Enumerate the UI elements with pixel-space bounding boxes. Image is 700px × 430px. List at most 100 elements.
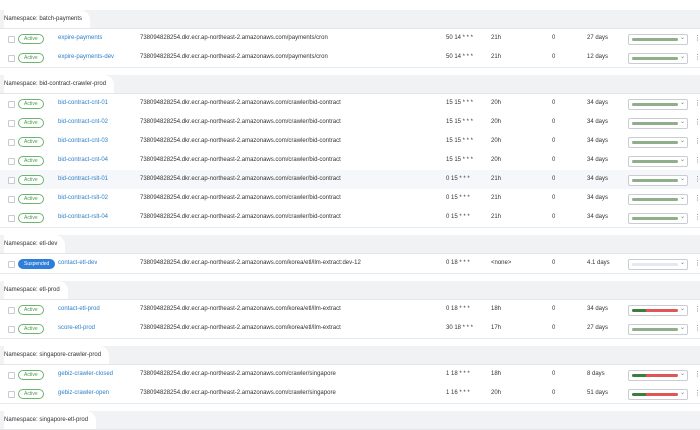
kebab-menu-icon[interactable]: ⋮ bbox=[694, 48, 700, 67]
namespace-header: Namespace: etl-dev bbox=[0, 235, 700, 254]
row-checkbox[interactable] bbox=[8, 120, 15, 127]
kebab-menu-icon[interactable]: ⋮ bbox=[694, 113, 700, 132]
kebab-menu-icon[interactable]: ⋮ bbox=[694, 365, 700, 384]
job-history-dropdown[interactable]: ⌄ bbox=[628, 34, 688, 45]
job-history-dropdown[interactable]: ⌄ bbox=[628, 137, 688, 148]
row-checkbox[interactable] bbox=[8, 36, 15, 43]
row-checkbox[interactable] bbox=[8, 261, 15, 268]
cronjob-name-link[interactable]: bid-contract-rslt-01 bbox=[58, 170, 108, 189]
row-checkbox[interactable] bbox=[8, 326, 15, 333]
active-count-text: 0 bbox=[552, 325, 556, 331]
kebab-menu-icon[interactable]: ⋮ bbox=[694, 300, 700, 319]
job-history-dropdown[interactable]: ⌄ bbox=[628, 259, 688, 270]
image-text: 738094828254.dkr.ecr.ap-northeast-2.amaz… bbox=[140, 214, 341, 220]
schedule-text: 15 15 * * * bbox=[446, 119, 474, 125]
status-badge: Active bbox=[18, 53, 44, 63]
active-count-text: 0 bbox=[552, 54, 556, 60]
kebab-menu-icon[interactable]: ⋮ bbox=[694, 170, 700, 189]
kebab-menu-icon[interactable]: ⋮ bbox=[694, 189, 700, 208]
kebab-menu-icon[interactable]: ⋮ bbox=[694, 319, 700, 338]
table-row[interactable]: Active bid-contract-cnt-01 738094828254.dk… bbox=[0, 94, 700, 114]
kebab-menu-icon[interactable]: ⋮ bbox=[694, 208, 700, 227]
cronjob-name-link[interactable]: expire-payments bbox=[58, 29, 102, 48]
job-history-dropdown[interactable]: ⌄ bbox=[628, 99, 688, 110]
status-badge: Active bbox=[18, 156, 44, 166]
namespace-label: Namespace: etl-dev bbox=[4, 235, 66, 253]
last-schedule-text: 20h bbox=[491, 157, 502, 163]
cronjob-name-link[interactable]: contact-etl-dev bbox=[58, 254, 97, 273]
row-checkbox[interactable] bbox=[8, 391, 15, 398]
job-history-dropdown[interactable]: ⌄ bbox=[628, 305, 688, 316]
row-checkbox[interactable] bbox=[8, 215, 15, 222]
table-row[interactable]: Active bid-contract-rslt-04 738094828254.d… bbox=[0, 208, 700, 228]
cronjob-name-link[interactable]: bid-contract-cnt-01 bbox=[58, 94, 108, 113]
last-schedule-text: 21h bbox=[491, 35, 502, 41]
kebab-menu-icon[interactable]: ⋮ bbox=[694, 151, 700, 170]
job-history-dropdown[interactable]: ⌄ bbox=[628, 213, 688, 224]
row-checkbox[interactable] bbox=[8, 158, 15, 165]
cronjob-name-link[interactable]: bid-contract-rslt-04 bbox=[58, 208, 108, 227]
job-history-dropdown[interactable]: ⌄ bbox=[628, 370, 688, 381]
image-text: 738094828254.dkr.ecr.ap-northeast-2.amaz… bbox=[140, 325, 341, 331]
last-schedule-text: 20h bbox=[491, 390, 502, 396]
active-count-text: 0 bbox=[552, 176, 556, 182]
image-text: 738094828254.dkr.ecr.ap-northeast-2.amaz… bbox=[140, 371, 336, 377]
chevron-down-icon: ⌄ bbox=[679, 214, 685, 220]
job-history-dropdown[interactable]: ⌄ bbox=[628, 175, 688, 186]
cronjob-name-link[interactable]: gebiz-crawler-closed bbox=[58, 365, 113, 384]
table-row[interactable]: Active gebiz-crawler-closed 738094828254.d… bbox=[0, 365, 700, 385]
age-text: 34 days bbox=[587, 214, 609, 220]
table-row[interactable]: Active bid-contract-rslt-02 738094828254.d… bbox=[0, 189, 700, 209]
job-history-dropdown[interactable]: ⌄ bbox=[628, 53, 688, 64]
job-history-bar bbox=[632, 57, 678, 60]
chevron-down-icon: ⌄ bbox=[679, 260, 685, 266]
table-row[interactable]: Active bid-contract-cnt-02 738094828254.dk… bbox=[0, 113, 700, 133]
cronjob-name-link[interactable]: expire-payments-dev bbox=[58, 48, 114, 67]
history-segment bbox=[632, 393, 646, 396]
kebab-menu-icon[interactable]: ⋮ bbox=[694, 254, 700, 273]
chevron-down-icon: ⌄ bbox=[679, 390, 685, 396]
table-row[interactable]: Active expire-payments-dev 738094828254.dk… bbox=[0, 48, 700, 68]
table-row[interactable]: Active bid-contract-cnt-03 738094828254.dk… bbox=[0, 132, 700, 152]
job-history-bar bbox=[632, 179, 678, 182]
table-row[interactable]: Suspended contact-etl-dev 738094828254.dkr… bbox=[0, 254, 700, 274]
history-segment bbox=[632, 141, 678, 144]
cronjob-name-link[interactable]: bid-contract-cnt-04 bbox=[58, 151, 108, 170]
row-checkbox[interactable] bbox=[8, 101, 15, 108]
row-checkbox[interactable] bbox=[8, 372, 15, 379]
table-row[interactable]: Active bid-contract-rslt-01 738094828254.d… bbox=[0, 170, 700, 190]
table-row[interactable]: Active contact-etl-prod 738094828254.dkr.e… bbox=[0, 300, 700, 320]
active-count-text: 0 bbox=[552, 138, 556, 144]
job-history-dropdown[interactable]: ⌄ bbox=[628, 324, 688, 335]
kebab-menu-icon[interactable]: ⋮ bbox=[694, 132, 700, 151]
job-history-dropdown[interactable]: ⌄ bbox=[628, 156, 688, 167]
top-edge bbox=[0, 0, 700, 10]
cronjob-name-link[interactable]: gebiz-crawler-open bbox=[58, 384, 109, 403]
row-checkbox[interactable] bbox=[8, 307, 15, 314]
row-checkbox[interactable] bbox=[8, 139, 15, 146]
kebab-menu-icon[interactable]: ⋮ bbox=[694, 29, 700, 48]
kebab-menu-icon[interactable]: ⋮ bbox=[694, 384, 700, 403]
row-checkbox[interactable] bbox=[8, 55, 15, 62]
table-row[interactable]: Active expire-payments 738094828254.dkr.ec… bbox=[0, 29, 700, 49]
job-history-dropdown[interactable]: ⌄ bbox=[628, 194, 688, 205]
kebab-menu-icon[interactable]: ⋮ bbox=[694, 94, 700, 113]
status-badge: Active bbox=[18, 194, 44, 204]
job-history-dropdown[interactable]: ⌄ bbox=[628, 389, 688, 400]
cronjob-name-link[interactable]: bid-contract-rslt-02 bbox=[58, 189, 108, 208]
age-text: 4.1 days bbox=[587, 260, 610, 266]
cronjob-name-link[interactable]: bid-contract-cnt-03 bbox=[58, 132, 108, 151]
row-checkbox[interactable] bbox=[8, 177, 15, 184]
cronjob-name-link[interactable]: contact-etl-prod bbox=[58, 300, 100, 319]
job-history-dropdown[interactable]: ⌄ bbox=[628, 118, 688, 129]
job-history-bar bbox=[632, 122, 678, 125]
row-checkbox[interactable] bbox=[8, 196, 15, 203]
cronjob-name-link[interactable]: score-etl-prod bbox=[58, 319, 95, 338]
active-count-text: 0 bbox=[552, 35, 556, 41]
table-row[interactable]: Active gebiz-crawler-open 738094828254.dkr… bbox=[0, 384, 700, 404]
status-badge: Active bbox=[18, 118, 44, 128]
table-row[interactable]: Active bid-contract-cnt-04 738094828254.dk… bbox=[0, 151, 700, 171]
cronjob-name-link[interactable]: bid-contract-cnt-02 bbox=[58, 113, 108, 132]
table-row[interactable]: Active score-etl-prod 738094828254.dkr.ecr… bbox=[0, 319, 700, 339]
job-history-bar bbox=[632, 38, 678, 41]
